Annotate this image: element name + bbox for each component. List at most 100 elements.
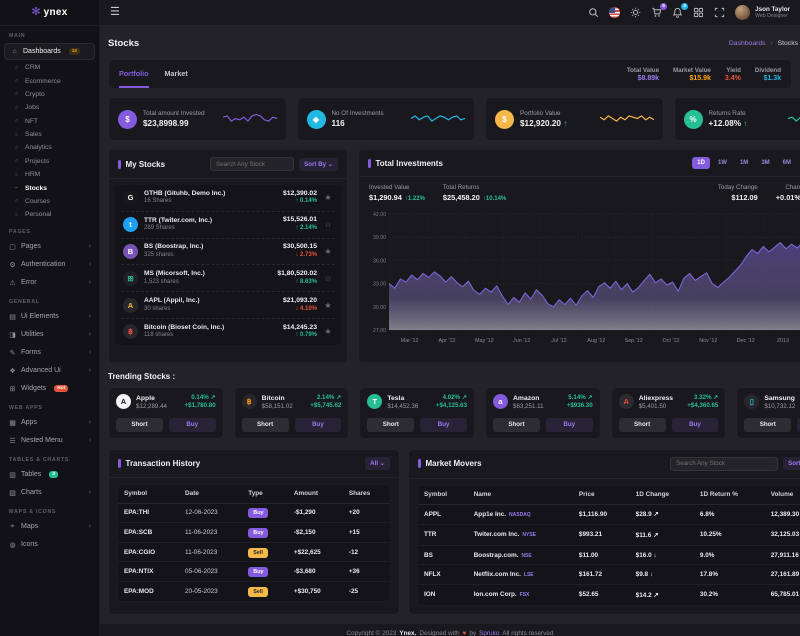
trending-pct: 5.14% ↗ <box>567 394 593 402</box>
sidebar-item-nested-menu[interactable]: ☰Nested Menu› <box>0 432 99 450</box>
short-button[interactable]: Short <box>242 418 289 432</box>
sidebar-item-label: Authentication <box>21 261 65 268</box>
sidebar-item-error[interactable]: ⚠Error› <box>0 274 99 292</box>
theme-toggle-icon[interactable] <box>630 7 641 18</box>
sidebar-subitem-jobs[interactable]: ○Jobs <box>0 101 99 114</box>
sidebar-item-dashboards[interactable]: ⌂Dashboards12 <box>4 43 95 60</box>
ministat-label: Dividend <box>755 67 781 74</box>
sidebar-item-ui-elements[interactable]: ▤Ui Elements› <box>0 308 99 326</box>
cell-symbol: EPA:MOD <box>118 581 179 600</box>
column-header-shares: Shares <box>343 485 390 504</box>
buy-button[interactable]: Buy <box>672 418 719 432</box>
utilities-icon: ◨ <box>8 331 17 339</box>
notifications-icon[interactable]: 3 <box>672 7 683 18</box>
cell-1d-return: 6.8% <box>694 504 765 525</box>
star-icon[interactable]: ★ <box>323 327 333 336</box>
short-button[interactable]: Short <box>493 418 540 432</box>
sidebar-item-pages[interactable]: ▢Pages› <box>0 238 99 256</box>
stock-change-pct: ↓ 2.73% <box>283 252 317 260</box>
cell-1d-return: 9.0% <box>694 545 765 565</box>
table-row: NFLXNetflix.com Inc.LSE$161.72$9.8 ↓17.8… <box>418 565 800 585</box>
sidebar-subitem-ecommerce[interactable]: ○Ecommerce <box>0 74 99 87</box>
transaction-history-card: Transaction History All ⌄ SymbolDateType… <box>108 449 400 615</box>
menu-toggle-icon[interactable]: ☰ <box>110 7 120 18</box>
cell-price: $993.21 <box>573 525 630 546</box>
tab-market[interactable]: Market <box>165 60 188 88</box>
movers-sort-button[interactable]: Sort By ⌄ <box>783 457 800 470</box>
chevron-right-icon: › <box>89 313 91 320</box>
breadcrumb-dashboards[interactable]: Dashboards <box>729 40 766 47</box>
range-button-3m[interactable]: 3M <box>756 157 774 169</box>
range-button-1m[interactable]: 1M <box>735 157 753 169</box>
range-button-1w[interactable]: 1W <box>713 157 732 169</box>
ministat-total-value: Total Value$8.89k <box>627 67 659 82</box>
sidebar-subitem-crypto[interactable]: ○Crypto <box>0 88 99 101</box>
sidebar-item-icons[interactable]: ◍Icons <box>0 536 99 554</box>
stocks-search-input[interactable] <box>210 157 294 171</box>
svg-text:Jul '12: Jul '12 <box>551 338 566 344</box>
sidebar-subitem-sales[interactable]: ○Sales <box>0 128 99 141</box>
transactions-filter-button[interactable]: All ⌄ <box>365 457 390 470</box>
star-icon[interactable]: ★ <box>323 193 333 202</box>
sidebar-item-utilities[interactable]: ◨Utilities› <box>0 326 99 344</box>
chevron-right-icon: › <box>89 367 91 374</box>
tab-portfolio[interactable]: Portfolio <box>119 60 149 88</box>
sidebar-subitem-crm[interactable]: ○CRM <box>0 61 99 74</box>
buy-button[interactable]: Buy <box>169 418 216 432</box>
star-icon[interactable]: ☆ <box>323 220 333 229</box>
sidebar-item-maps[interactable]: ⌖Maps› <box>0 518 99 536</box>
cell-name: Boostrap.com.NSE <box>468 545 573 565</box>
cell-symbol: EPA:THI <box>118 503 179 523</box>
short-button[interactable]: Short <box>116 418 163 432</box>
trending-stocks-title: Trending Stocks : <box>108 372 792 381</box>
sidebar-item-tables[interactable]: ▥Tables3 <box>0 466 99 484</box>
sidebar-subitem-projects[interactable]: ○Projects <box>0 155 99 168</box>
sidebar-item-widgets[interactable]: ⊞WidgetsHot <box>0 380 99 398</box>
sidebar-subitem-courses[interactable]: ○Courses <box>0 195 99 208</box>
cell-amount: +$30,750 <box>288 581 343 600</box>
trending-text: Samsung$10,732.12 <box>764 394 795 412</box>
bitcoin-icon: ฿ <box>123 324 138 339</box>
ministat-market-value: Market Value$15.9k <box>673 67 711 82</box>
sidebar-subitem-label: CRM <box>25 64 40 71</box>
sidebar-subitem-nft[interactable]: ○NFT <box>0 115 99 128</box>
trending-price: $14,452.36 <box>387 403 418 411</box>
sidebar-item-advanced-ui[interactable]: ❖Advanced Ui› <box>0 362 99 380</box>
sidebar-subitem-personal[interactable]: ○Personal <box>0 208 99 221</box>
range-button-6m[interactable]: 6M <box>778 157 796 169</box>
short-button[interactable]: Short <box>619 418 666 432</box>
chevron-right-icon: › <box>89 331 91 338</box>
short-button[interactable]: Short <box>367 418 414 432</box>
sidebar-item-forms[interactable]: ✎Forms› <box>0 344 99 362</box>
sidebar-subitem-hrm[interactable]: ○HRM <box>0 168 99 181</box>
star-icon[interactable]: ★ <box>323 301 333 310</box>
buy-button[interactable]: Buy <box>420 418 467 432</box>
short-button[interactable]: Short <box>744 418 791 432</box>
star-icon[interactable]: ★ <box>323 247 333 256</box>
brand[interactable]: ✻ ynex <box>0 0 99 26</box>
sidebar-item-apps[interactable]: ▦Apps› <box>0 414 99 432</box>
sidebar-subitem-stocks[interactable]: –Stocks <box>0 181 99 194</box>
fullscreen-icon[interactable] <box>714 7 725 18</box>
footer-vendor-link[interactable]: Spruko <box>479 630 499 636</box>
sidebar-subitem-analytics[interactable]: ○Analytics <box>0 141 99 154</box>
my-stocks-header: My Stocks Sort By ⌄ <box>109 150 347 179</box>
cart-icon[interactable]: 5 <box>651 7 662 18</box>
sidebar-item-label: Charts <box>21 489 42 496</box>
trending-pct: 2.14% ↗ <box>310 394 341 402</box>
star-icon[interactable]: ☆ <box>323 274 333 283</box>
language-flag-icon[interactable] <box>609 7 620 18</box>
trending-pct: 4.02% ↗ <box>436 394 467 402</box>
sidebar-item-authentication[interactable]: ⚙Authentication› <box>0 256 99 274</box>
buy-button[interactable]: Buy <box>295 418 342 432</box>
apps-grid-icon[interactable] <box>693 7 704 18</box>
movers-search-input[interactable] <box>670 457 778 471</box>
svg-text:42.00: 42.00 <box>373 212 386 218</box>
sidebar-item-charts[interactable]: ▧Charts› <box>0 484 99 502</box>
svg-text:30.00: 30.00 <box>373 305 386 311</box>
search-icon[interactable] <box>588 7 599 18</box>
range-button-1d[interactable]: 1D <box>692 157 710 169</box>
sort-by-button[interactable]: Sort By ⌄ <box>299 158 338 171</box>
buy-button[interactable]: Buy <box>546 418 593 432</box>
user-menu[interactable]: Json Taylor Web Designer <box>735 5 790 20</box>
